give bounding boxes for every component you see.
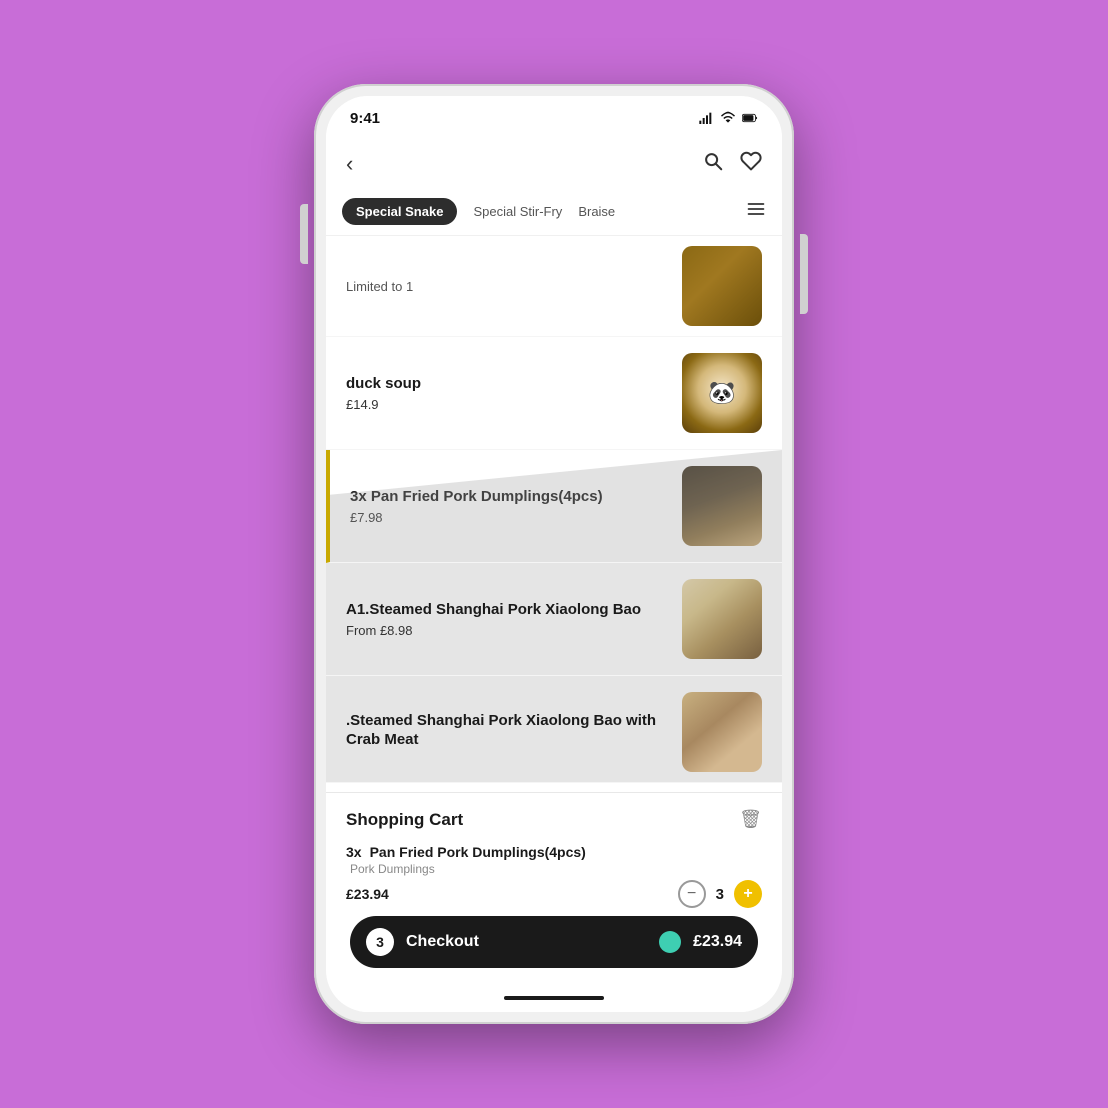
checkout-label: Checkout [406, 933, 659, 951]
home-indicator [326, 984, 782, 1012]
cart-header: Shopping Cart 🗑 [346, 809, 762, 830]
menu-item-image [682, 466, 762, 546]
item-name: A1.Steamed Shanghai Pork Xiaolong Bao [346, 600, 670, 620]
menu-item-info: .Steamed Shanghai Pork Xiaolong Bao with… [346, 711, 682, 754]
list-item[interactable]: duck soup £14.9 🐼 [326, 337, 782, 450]
nav-icons [702, 150, 762, 178]
status-icons [698, 110, 758, 126]
checkout-bar[interactable]: 3 Checkout £23.94 [350, 916, 758, 968]
menu-item-info: Limited to 1 [346, 279, 682, 294]
checkout-price: £23.94 [693, 933, 742, 951]
cart-item-name: Pan Fried Pork Dumplings(4pcs) [370, 844, 586, 860]
item-name: duck soup [346, 374, 670, 394]
signal-icon [698, 110, 714, 126]
category-tabs: Special Snake Special Stir-Fry Braise [326, 188, 782, 236]
item-name: 3x Pan Fried Pork Dumplings(4pcs) [350, 487, 670, 507]
item-price: From £8.98 [346, 623, 670, 638]
phone-frame: 9:41 ‹ Special Snake Special Stir-Fry [314, 84, 794, 1024]
tab-special-snake[interactable]: Special Snake [342, 198, 457, 225]
tab-special-stirfry[interactable]: Special Stir-Fry [473, 204, 562, 219]
phone-screen: 9:41 ‹ Special Snake Special Stir-Fry [326, 96, 782, 1012]
top-nav: ‹ [326, 140, 782, 188]
heart-icon[interactable] [740, 150, 762, 178]
list-item[interactable]: A1.Steamed Shanghai Pork Xiaolong Bao Fr… [326, 563, 782, 676]
menu-item-image [682, 692, 762, 772]
item-price: £7.98 [350, 510, 670, 525]
decrease-qty-button[interactable]: − [678, 880, 706, 908]
menu-content: Limited to 1 duck soup £14.9 🐼 [326, 236, 782, 792]
qty-controls: − 3 + [678, 880, 762, 908]
cart-sheet: Shopping Cart 🗑 3x Pan Fried Pork Dumpli… [326, 792, 782, 984]
checkout-count: 3 [366, 928, 394, 956]
tab-braise[interactable]: Braise [578, 204, 615, 219]
list-item[interactable]: Limited to 1 [326, 236, 782, 337]
trash-icon[interactable]: 🗑 [739, 809, 762, 830]
qty-number: 3 [716, 886, 724, 903]
cart-item-row1: 3x Pan Fried Pork Dumplings(4pcs) [346, 844, 762, 860]
cart-item: 3x Pan Fried Pork Dumplings(4pcs) Pork D… [346, 844, 762, 908]
limited-label: Limited to 1 [346, 279, 670, 294]
search-icon[interactable] [702, 150, 724, 178]
menu-item-image [682, 246, 762, 326]
item-price: £14.9 [346, 397, 670, 412]
cart-qty-label: 3x [346, 844, 362, 860]
back-button[interactable]: ‹ [346, 151, 353, 177]
menu-icon[interactable] [746, 199, 766, 224]
list-item[interactable]: 3x Pan Fried Pork Dumplings(4pcs) £7.98 [326, 450, 782, 563]
home-bar [504, 996, 604, 1000]
list-item[interactable]: .Steamed Shanghai Pork Xiaolong Bao with… [326, 676, 782, 783]
menu-item-image: 🐼 [682, 353, 762, 433]
checkout-dot [659, 931, 681, 953]
battery-icon [742, 110, 758, 126]
cart-item-desc: Pork Dumplings [350, 862, 762, 876]
menu-item-image [682, 579, 762, 659]
cart-item-row2: £23.94 − 3 + [346, 880, 762, 908]
menu-item-info: A1.Steamed Shanghai Pork Xiaolong Bao Fr… [346, 600, 682, 639]
increase-qty-button[interactable]: + [734, 880, 762, 908]
menu-item-info: 3x Pan Fried Pork Dumplings(4pcs) £7.98 [350, 487, 682, 526]
item-name: .Steamed Shanghai Pork Xiaolong Bao with… [346, 711, 670, 750]
menu-item-info: duck soup £14.9 [346, 374, 682, 413]
status-time: 9:41 [350, 110, 380, 127]
wifi-icon [720, 110, 736, 126]
status-bar: 9:41 [326, 96, 782, 140]
cart-title: Shopping Cart [346, 810, 463, 830]
cart-item-price: £23.94 [346, 886, 389, 902]
menu-list: Limited to 1 duck soup £14.9 🐼 [326, 236, 782, 783]
